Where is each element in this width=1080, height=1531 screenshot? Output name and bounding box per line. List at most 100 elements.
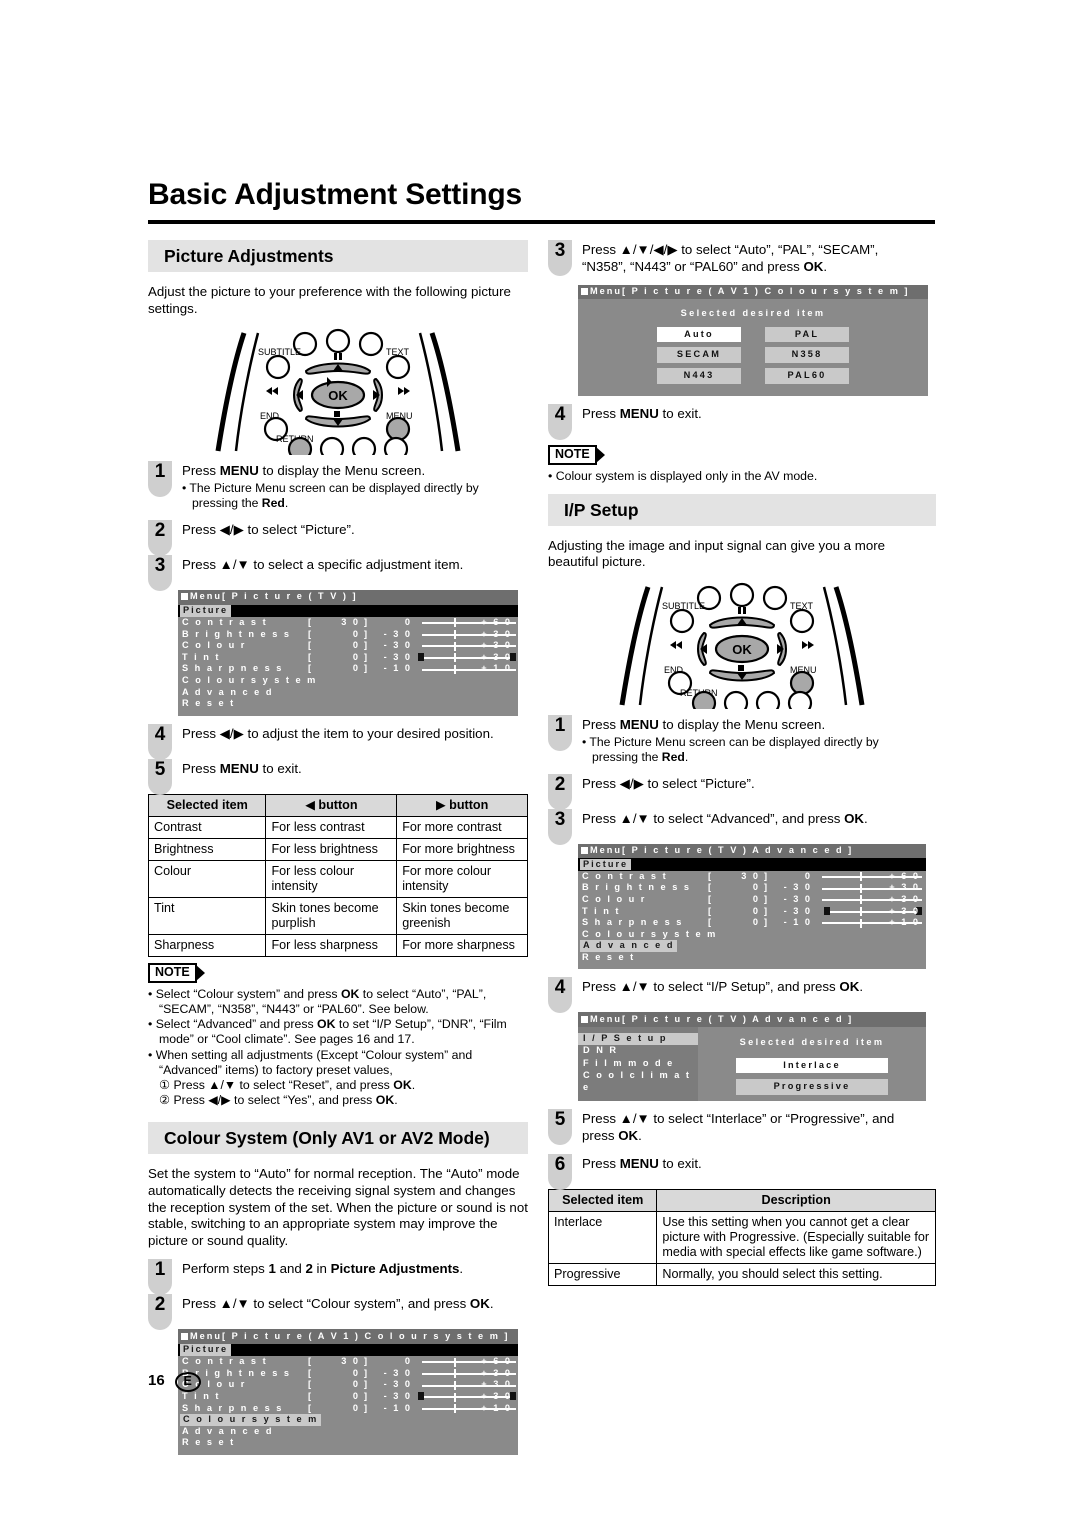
osd-option-auto[interactable]: Auto	[657, 326, 741, 343]
osd-high: + 3 0	[889, 905, 920, 916]
step-item: 2 Press ◀/▶ to select “Picture”.	[148, 519, 528, 556]
osd-titlebar: Menu[ P i c t u r e ( T V ) A d v a n c …	[578, 1012, 926, 1028]
step-subtext-2: pressing the Red.	[592, 749, 689, 764]
osd-low: - 1 0	[783, 917, 812, 928]
osd-titlebar: Menu[ P i c t u r e ( A V 1 ) C o l o u …	[578, 284, 928, 300]
table-header-cell: Selected item	[147, 793, 267, 817]
osd-high: + 6 0	[889, 870, 920, 881]
osd-header-row: Picture	[178, 1343, 518, 1357]
osd-row: C o n t r a s t [ 3 0 ] 0 + 6 0	[578, 871, 926, 883]
osd-row: R e s e t	[578, 952, 926, 964]
step-item: 1 Press MENU to display the Menu screen.…	[148, 461, 528, 511]
osd-titlebar: Menu[ P i c t u r e ( A V 1 ) C o l o u …	[178, 1329, 518, 1344]
osd-option-grid: Auto SECAM N443 PAL N358 PAL60	[578, 326, 928, 386]
osd-row: B r i g h t n e s s [ 0 ] - 3 0 + 3 0	[178, 629, 518, 641]
osd-high: + 3 0	[481, 1379, 512, 1390]
step-number: 2	[548, 773, 572, 810]
osd-bracket: [	[308, 1367, 314, 1378]
osd-picture-tv-advanced: Menu[ P i c t u r e ( T V ) A d v a n c …	[578, 843, 926, 970]
osd-value: 0	[352, 628, 360, 639]
osd-row-label: C o n t r a s t	[582, 870, 668, 881]
osd-row: S h a r p n e s s [ 0 ] - 1 0 + 1 0	[578, 917, 926, 929]
step-text: Press ◀/▶ to adjust the item to your des…	[182, 725, 494, 741]
osd-row: C o l o u r s y s t e m	[578, 929, 926, 941]
osd-option-pal60[interactable]: PAL60	[765, 367, 849, 384]
osd-bracket: [	[308, 1356, 314, 1367]
osd-titlebar: Menu[ P i c t u r e ( T V ) ]	[178, 589, 518, 605]
osd-option-progressive[interactable]: Progressive	[736, 1079, 888, 1095]
remote-control-illustration-2: SUBTITLE TEXT OK END MENU	[548, 581, 936, 709]
osd-row: A d v a n c e d	[178, 1426, 518, 1438]
osd-title-text: Menu[ P i c t u r e ( T V ) A d v a n c …	[590, 845, 854, 856]
osd-header-label: Picture	[580, 858, 632, 871]
osd-row: C o l o u r [ 0 ] - 3 0 + 3 0	[178, 640, 518, 652]
osd-option-interlace[interactable]: Interlace	[736, 1057, 888, 1074]
step-item: 3 Press ▲/▼/◀/▶ to select “Auto”, “PAL”,…	[548, 240, 936, 276]
step-number: 6	[548, 1153, 572, 1190]
osd-row-label: R e s e t	[182, 1437, 236, 1448]
osd-row-label: S h a r p n e s s	[582, 917, 684, 928]
osd-option-pal[interactable]: PAL	[765, 326, 849, 343]
osd-prompt: Selected desired item	[680, 308, 826, 319]
table-row: Contrast For less contrast For more cont…	[147, 815, 528, 839]
osd-bracket: [	[308, 1379, 314, 1390]
step-text: Press ▲/▼ to select “Colour system”, and…	[182, 1296, 494, 1312]
osd-row-label: R e s e t	[582, 951, 636, 962]
table-cell: Skin tones become purplish	[265, 896, 398, 935]
table-cell: For less brightness	[265, 837, 398, 861]
osd-row: T i n t [ 0 ] - 3 0 + 3 0	[578, 906, 926, 918]
osd-ip-setup: Menu[ P i c t u r e ( T V ) A d v a n c …	[578, 1012, 926, 1102]
osd-bracket: [	[308, 663, 314, 674]
osd-row: T i n t [ 0 ] - 3 0 + 3 0	[178, 1391, 518, 1403]
note-label: NOTE	[548, 444, 597, 465]
osd-option-n358[interactable]: N358	[765, 347, 849, 363]
step-text: Press MENU to display the Menu screen.	[182, 463, 426, 479]
osd-bracket: [	[308, 651, 314, 662]
osd-row-label: B r i g h t n e s s	[182, 628, 291, 639]
osd-menu-item-cool-climate[interactable]: C o o l c l i m a t e	[578, 1070, 698, 1092]
step-item: 4 Press ◀/▶ to adjust the item to your d…	[148, 723, 528, 760]
osd-menu-item-dnr[interactable]: D N R	[578, 1045, 698, 1057]
osd-square-icon	[581, 847, 588, 855]
table-cell: Contrast	[147, 815, 267, 839]
table-cell: Progressive	[547, 1262, 658, 1286]
step-item: 4 Press MENU to exit.	[548, 403, 936, 440]
step-number: 1	[548, 714, 572, 751]
step-text: Press ◀/▶ to select “Picture”.	[182, 521, 355, 537]
note-arrow-icon	[595, 446, 605, 463]
osd-option-wrap: Progressive	[698, 1079, 926, 1095]
osd-bottom-pad	[578, 386, 928, 396]
osd-colour-system-chooser: Menu[ P i c t u r e ( A V 1 ) C o l o u …	[578, 284, 928, 396]
step-text: Press MENU to display the Menu screen.	[582, 716, 826, 732]
osd-option-pane: Selected desired item Interlace Progress…	[698, 1027, 926, 1101]
osd-row-label: R e s e t	[182, 698, 236, 709]
osd-bracket: [	[708, 893, 714, 904]
right-column: 3 Press ▲/▼/◀/▶ to select “Auto”, “PAL”,…	[547, 240, 936, 1286]
osd-row: T i n t [ 0 ] - 3 0 + 3 0	[178, 652, 518, 664]
note-item: • Select “Colour system” and press OK to…	[148, 986, 487, 1016]
osd-option-n443[interactable]: N443	[657, 367, 741, 384]
osd-row-label: T i n t	[182, 651, 221, 662]
table-cell: Normally, you should select this setting…	[656, 1262, 936, 1286]
step-subtext-2: pressing the Red.	[192, 495, 289, 510]
osd-low: - 3 0	[383, 651, 412, 662]
table-header-row: Selected item ◀ button ▶ button	[147, 793, 528, 817]
osd-row-label: T i n t	[182, 1391, 221, 1402]
step-item: 2 Press ▲/▼ to select “Colour system”, a…	[148, 1294, 528, 1331]
osd-menu-item-film-mode[interactable]: F i l m m o d e	[578, 1058, 698, 1070]
osd-bracket: ]	[764, 905, 770, 916]
osd-high: + 1 0	[889, 917, 920, 928]
osd-bracket: ]	[764, 882, 770, 893]
osd-menu-item-ip-setup[interactable]: I / P S e t u p	[578, 1033, 698, 1046]
osd-row: C o n t r a s t [ 3 0 ] 0 + 6 0	[178, 1356, 518, 1368]
osd-row-selected: C o l o u r s y s t e m	[178, 1414, 518, 1426]
step-number: 4	[148, 723, 172, 760]
osd-row-label: C o l o u r s y s t e m	[582, 928, 718, 939]
table-row: Progressive Normally, you should select …	[547, 1262, 936, 1286]
note-item: • When setting all adjustments (Except “…	[148, 1047, 473, 1077]
note-tag: NOTE	[548, 444, 605, 465]
step-number: 4	[548, 977, 572, 1014]
osd-option-secam[interactable]: SECAM	[657, 347, 741, 363]
osd-low: - 3 0	[383, 628, 412, 639]
step-text-line2: press OK.	[582, 1127, 642, 1143]
